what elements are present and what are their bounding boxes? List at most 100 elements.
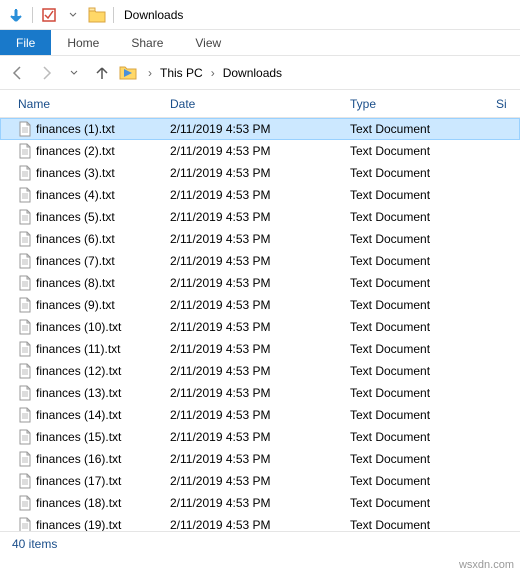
location-icon[interactable] xyxy=(118,63,138,83)
chevron-right-icon[interactable]: › xyxy=(146,66,154,80)
file-name: finances (15).txt xyxy=(36,430,121,444)
tab-file[interactable]: File xyxy=(0,30,51,55)
tab-home[interactable]: Home xyxy=(51,30,115,55)
file-name: finances (8).txt xyxy=(36,276,115,290)
file-name: finances (13).txt xyxy=(36,386,121,400)
table-row[interactable]: finances (16).txt2/11/2019 4:53 PMText D… xyxy=(0,448,520,470)
text-file-icon xyxy=(18,473,32,489)
file-type: Text Document xyxy=(350,298,520,312)
file-date: 2/11/2019 4:53 PM xyxy=(170,342,350,356)
file-type: Text Document xyxy=(350,496,520,510)
file-date: 2/11/2019 4:53 PM xyxy=(170,122,350,136)
folder-icon xyxy=(87,5,107,25)
properties-icon[interactable] xyxy=(39,5,59,25)
table-row[interactable]: finances (1).txt2/11/2019 4:53 PMText Do… xyxy=(0,118,520,140)
table-row[interactable]: finances (15).txt 2/11/2019 4:53 PMText D… xyxy=(0,426,520,448)
file-type: Text Document xyxy=(350,254,520,268)
column-date[interactable]: Date xyxy=(170,97,350,111)
tab-view[interactable]: View xyxy=(179,30,237,55)
text-file-icon xyxy=(18,319,32,335)
chevron-down-icon[interactable] xyxy=(63,5,83,25)
file-type: Text Document xyxy=(350,342,520,356)
breadcrumb-this-pc[interactable]: This PC xyxy=(156,64,207,82)
table-row[interactable]: finances (2).txt2/11/2019 4:53 PMText Do… xyxy=(0,140,520,162)
file-date: 2/11/2019 4:53 PM xyxy=(170,144,350,158)
back-button[interactable] xyxy=(6,61,30,85)
file-date: 2/11/2019 4:53 PM xyxy=(170,518,350,532)
table-row[interactable]: finances (13).txt2/11/2019 4:53 PMText D… xyxy=(0,382,520,404)
ribbon-tabs: File Home Share View xyxy=(0,30,520,56)
file-type: Text Document xyxy=(350,408,520,422)
file-type: Text Document xyxy=(350,430,520,444)
table-row[interactable]: finances (8).txt 2/11/2019 4:53 PMText Do… xyxy=(0,272,520,294)
table-row[interactable]: finances (10).txt2/11/2019 4:53 PMText D… xyxy=(0,316,520,338)
text-file-icon xyxy=(18,187,32,203)
text-file-icon xyxy=(18,363,32,379)
table-row[interactable]: finances (6).txt 2/11/2019 4:53 PMText Do… xyxy=(0,228,520,250)
file-type: Text Document xyxy=(350,166,520,180)
file-date: 2/11/2019 4:53 PM xyxy=(170,210,350,224)
file-date: 2/11/2019 4:53 PM xyxy=(170,232,350,246)
file-type: Text Document xyxy=(350,232,520,246)
file-date: 2/11/2019 4:53 PM xyxy=(170,276,350,290)
column-name[interactable]: Name xyxy=(0,97,170,111)
table-row[interactable]: finances (4).txt2/11/2019 4:53 PMText Do… xyxy=(0,184,520,206)
text-file-icon xyxy=(18,121,32,137)
file-name: finances (14).txt xyxy=(36,408,121,422)
watermark: wsxdn.com xyxy=(459,559,514,571)
file-name: finances (12).txt xyxy=(36,364,121,378)
column-size[interactable]: Si xyxy=(496,97,520,111)
table-row[interactable]: finances (11).txt 2/11/2019 4:53 PMText D… xyxy=(0,338,520,360)
text-file-icon xyxy=(18,429,32,445)
text-file-icon xyxy=(18,385,32,401)
file-name: finances (11).txt xyxy=(36,342,120,356)
file-date: 2/11/2019 4:53 PM xyxy=(170,166,350,180)
table-row[interactable]: finances (7).txt2/11/2019 4:53 PMText Do… xyxy=(0,250,520,272)
file-date: 2/11/2019 4:53 PM xyxy=(170,386,350,400)
item-count: 40 items xyxy=(12,537,57,551)
column-type[interactable]: Type xyxy=(350,97,496,111)
table-row[interactable]: finances (3).txt 2/11/2019 4:53 PMText Do… xyxy=(0,162,520,184)
file-list: finances (1).txt2/11/2019 4:53 PMText Do… xyxy=(0,118,520,558)
table-row[interactable]: finances (12).txt2/11/2019 4:53 PMText D… xyxy=(0,360,520,382)
file-type: Text Document xyxy=(350,518,520,532)
file-type: Text Document xyxy=(350,122,519,136)
text-file-icon xyxy=(18,297,32,313)
file-name: finances (6).txt xyxy=(36,232,115,246)
tab-share[interactable]: Share xyxy=(115,30,179,55)
file-type: Text Document xyxy=(350,188,520,202)
file-date: 2/11/2019 4:53 PM xyxy=(170,298,350,312)
file-name: finances (3).txt xyxy=(36,166,115,180)
text-file-icon xyxy=(18,407,32,423)
table-row[interactable]: finances (9).txt2/11/2019 4:53 PMText Do… xyxy=(0,294,520,316)
file-type: Text Document xyxy=(350,364,520,378)
file-date: 2/11/2019 4:53 PM xyxy=(170,430,350,444)
file-date: 2/11/2019 4:53 PM xyxy=(170,188,350,202)
forward-button[interactable] xyxy=(34,61,58,85)
down-arrow-icon[interactable] xyxy=(6,5,26,25)
text-file-icon xyxy=(18,253,32,269)
table-row[interactable]: finances (18).txt2/11/2019 4:53 PMText D… xyxy=(0,492,520,514)
file-type: Text Document xyxy=(350,452,520,466)
breadcrumb: › This PC › Downloads xyxy=(146,64,286,82)
table-row[interactable]: finances (14).txt2/11/2019 4:53 PMText D… xyxy=(0,404,520,426)
text-file-icon xyxy=(18,275,32,291)
chevron-right-icon[interactable]: › xyxy=(209,66,217,80)
text-file-icon xyxy=(18,209,32,225)
file-type: Text Document xyxy=(350,320,520,334)
titlebar: Downloads xyxy=(0,0,520,30)
text-file-icon xyxy=(18,143,32,159)
column-headers: Name Date Type Si xyxy=(0,90,520,118)
file-date: 2/11/2019 4:53 PM xyxy=(170,320,350,334)
file-date: 2/11/2019 4:53 PM xyxy=(170,496,350,510)
text-file-icon xyxy=(18,165,32,181)
file-name: finances (17).txt xyxy=(36,474,121,488)
file-date: 2/11/2019 4:53 PM xyxy=(170,452,350,466)
file-type: Text Document xyxy=(350,276,520,290)
recent-dropdown-icon[interactable] xyxy=(62,61,86,85)
table-row[interactable]: finances (5).txt2/11/2019 4:53 PMText Do… xyxy=(0,206,520,228)
breadcrumb-downloads[interactable]: Downloads xyxy=(219,64,286,82)
up-button[interactable] xyxy=(90,61,114,85)
address-bar: › This PC › Downloads xyxy=(0,56,520,90)
table-row[interactable]: finances (17).txt2/11/2019 4:53 PMText D… xyxy=(0,470,520,492)
